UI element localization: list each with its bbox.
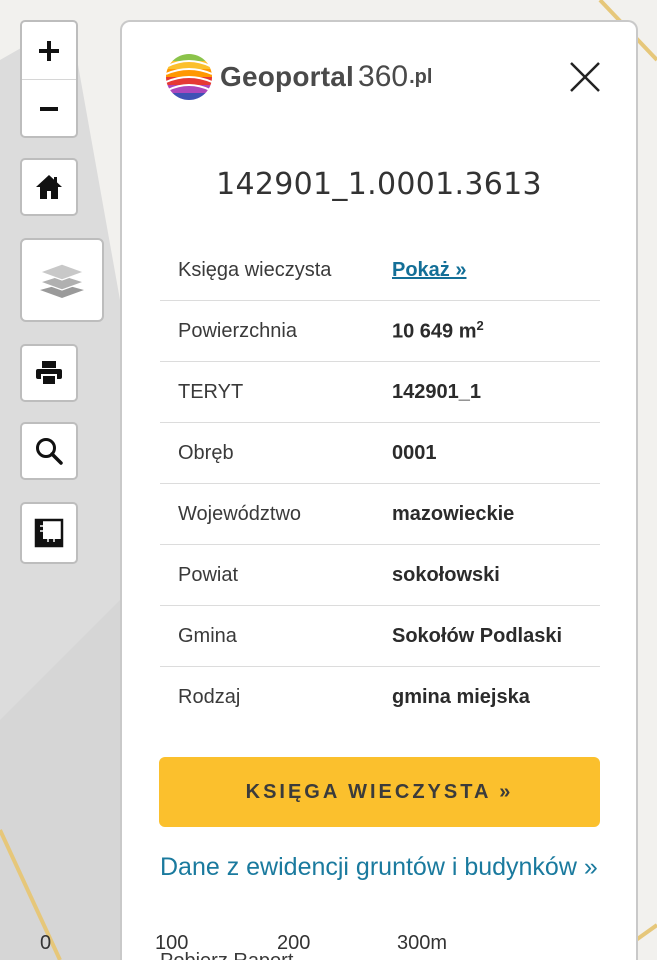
print-button[interactable] bbox=[20, 344, 78, 402]
ksiega-wieczysta-button[interactable]: KSIĘGA WIECZYSTA » bbox=[159, 757, 600, 827]
detail-row-teryt: TERYT 142901_1 bbox=[160, 362, 600, 423]
detail-row-rodzaj: Rodzaj gmina miejska bbox=[160, 667, 600, 727]
detail-value: Sokołów Podlaski bbox=[392, 624, 563, 647]
road-bottom-right bbox=[634, 923, 657, 942]
zoom-control bbox=[20, 20, 78, 138]
detail-value: sokołowski bbox=[392, 563, 500, 586]
ruler-icon bbox=[34, 518, 64, 548]
parcel-id-title: 142901_1.0001.3613 bbox=[216, 167, 542, 202]
detail-label: Powierzchnia bbox=[178, 319, 297, 342]
scale-label-300: 300m bbox=[397, 932, 448, 954]
parcel-details-table: Księga wieczysta Pokaż » Powierzchnia 10… bbox=[160, 240, 600, 727]
home-icon bbox=[36, 175, 62, 199]
detail-label: Województwo bbox=[178, 502, 302, 525]
layers-button[interactable] bbox=[20, 238, 104, 322]
logo-number: 360 bbox=[358, 60, 409, 93]
scale-label-100: 100 bbox=[155, 932, 189, 954]
search-icon bbox=[36, 438, 63, 465]
scale-label-0: 0 bbox=[40, 932, 52, 954]
scale-label-200: 200 bbox=[277, 932, 311, 954]
area-unit-exponent: 2 bbox=[476, 318, 484, 334]
close-button[interactable] bbox=[568, 60, 602, 94]
close-icon bbox=[570, 62, 600, 92]
print-icon bbox=[36, 361, 62, 386]
minus-icon bbox=[40, 106, 58, 111]
detail-label: Gmina bbox=[178, 624, 237, 647]
detail-value-area: 10 649 m2 bbox=[392, 318, 484, 344]
detail-value: mazowieckie bbox=[392, 502, 515, 525]
detail-label: Obręb bbox=[178, 441, 234, 464]
logo-tld: .pl bbox=[409, 65, 433, 88]
geoportal-logo[interactable]: Geoportal 360 .pl bbox=[164, 52, 432, 102]
detail-label: TERYT bbox=[178, 380, 244, 403]
detail-row-area: Powierzchnia 10 649 m2 bbox=[160, 301, 600, 362]
zoom-in-button[interactable] bbox=[22, 22, 76, 79]
detail-row-gmina: Gmina Sokołów Podlaski bbox=[160, 606, 600, 667]
measure-button[interactable] bbox=[20, 502, 78, 564]
detail-label: Księga wieczysta bbox=[178, 258, 332, 281]
detail-row-powiat: Powiat sokołowski bbox=[160, 545, 600, 606]
show-kw-link[interactable]: Pokaż » bbox=[392, 259, 466, 282]
home-button[interactable] bbox=[20, 158, 78, 216]
parcel-info-panel: Geoportal 360 .pl 142901_1.0001.3613 Księg… bbox=[120, 20, 638, 960]
egib-data-link[interactable]: Dane z ewidencji gruntów i budynków » bbox=[160, 850, 610, 885]
detail-row-obreb: Obręb 0001 bbox=[160, 423, 600, 484]
zoom-out-button[interactable] bbox=[22, 79, 76, 136]
detail-value: 0001 bbox=[392, 441, 437, 464]
search-button[interactable] bbox=[20, 422, 78, 480]
detail-row-wojewodztwo: Województwo mazowieckie bbox=[160, 484, 600, 545]
detail-value: 142901_1 bbox=[392, 380, 481, 403]
area-number: 10 649 m bbox=[392, 320, 477, 343]
detail-label: Rodzaj bbox=[178, 685, 241, 708]
geoportal-globe-icon bbox=[165, 54, 213, 100]
logo-name: Geoportal bbox=[220, 61, 355, 92]
detail-value: gmina miejska bbox=[392, 685, 530, 708]
detail-row-ksiega: Księga wieczysta Pokaż » bbox=[160, 240, 600, 301]
layers-icon bbox=[38, 263, 86, 298]
detail-label: Powiat bbox=[178, 563, 239, 586]
plus-icon bbox=[39, 40, 59, 61]
